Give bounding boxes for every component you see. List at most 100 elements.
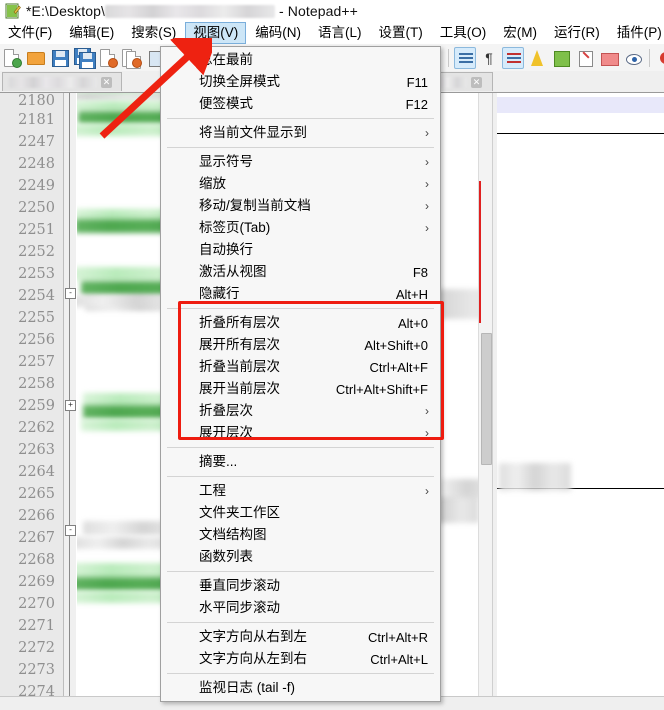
menu-item-label: 隐藏行 <box>199 286 240 301</box>
fold-marker[interactable]: + <box>65 400 76 411</box>
menu-item-label: 水平同步滚动 <box>199 600 280 615</box>
save-all-icon[interactable] <box>73 47 96 69</box>
line-number: 2249 <box>18 178 55 194</box>
chevron-right-icon: › <box>425 426 429 440</box>
menu-item-accel: Alt+H <box>395 286 428 302</box>
menu-item-accel: Ctrl+Alt+R <box>368 629 428 645</box>
menu-item-label: 折叠当前层次 <box>199 359 280 374</box>
editor-tab[interactable]: ✕ <box>2 72 122 91</box>
menu-item-label: 折叠所有层次 <box>199 315 280 330</box>
menu-encoding[interactable]: 编码(N) <box>247 22 309 44</box>
close-icon[interactable]: ✕ <box>471 76 482 88</box>
menu-settings[interactable]: 设置(T) <box>371 22 431 44</box>
menu-item-label: 缩放 <box>199 176 226 191</box>
menu-item-move-clone-document[interactable]: 移动/复制当前文档 › <box>161 195 440 217</box>
word-wrap-icon[interactable] <box>454 46 476 69</box>
menu-item-label: 文字方向从右到左 <box>199 629 307 644</box>
menu-item-collapse-current-level[interactable]: 折叠当前层次 Ctrl+Alt+F <box>161 356 440 378</box>
menu-item-synchronize-vertical-scrolling[interactable]: 垂直同步滚动 <box>161 575 440 597</box>
document-map-icon[interactable] <box>622 47 644 69</box>
line-number: 2264 <box>18 464 55 480</box>
menu-separator <box>167 447 434 448</box>
menu-run[interactable]: 运行(R) <box>546 22 608 44</box>
close-all-icon[interactable] <box>121 47 143 69</box>
menu-item-monitoring-tail-f[interactable]: 监视日志 (tail -f) <box>161 677 440 699</box>
menu-item-text-direction-ltr[interactable]: 文字方向从左到右 Ctrl+Alt+L <box>161 648 440 670</box>
menu-item-uncollapse-level[interactable]: 展开层次 › <box>161 422 440 444</box>
folder-as-workspace-icon[interactable] <box>598 47 620 69</box>
menu-view[interactable]: 视图(V) <box>185 21 247 44</box>
fold-marker[interactable]: - <box>65 288 76 299</box>
close-file-icon[interactable] <box>97 47 119 69</box>
menu-item-label: 展开当前层次 <box>199 381 280 396</box>
record-icon[interactable] <box>655 47 664 69</box>
line-number: 2272 <box>18 640 55 656</box>
menu-separator <box>167 308 434 309</box>
scrollbar-thumb[interactable] <box>481 333 492 465</box>
menu-item-fold-all[interactable]: 折叠所有层次 Alt+0 <box>161 312 440 334</box>
menu-item-label: 标签页(Tab) <box>199 220 271 235</box>
menu-item-summary[interactable]: 摘要... <box>161 451 440 473</box>
menu-item-show-symbol[interactable]: 显示符号 › <box>161 151 440 173</box>
notepad-plus-plus-icon <box>5 3 21 19</box>
menu-item-toggle-fullscreen[interactable]: 切换全屏模式 F11 <box>161 71 440 93</box>
menu-separator <box>167 571 434 572</box>
window-title-redacted <box>105 5 276 19</box>
line-number: 2252 <box>18 244 55 260</box>
menu-item-hide-lines[interactable]: 隐藏行 Alt+H <box>161 283 440 305</box>
line-number: 2273 <box>18 662 55 678</box>
chevron-right-icon: › <box>425 199 429 213</box>
menu-macro[interactable]: 宏(M) <box>495 22 545 44</box>
menu-item-label: 工程 <box>199 483 226 498</box>
menu-item-label: 自动换行 <box>199 242 253 257</box>
macro-record-icon[interactable] <box>526 47 548 69</box>
macro-play-icon[interactable] <box>550 47 572 69</box>
menu-tools[interactable]: 工具(O) <box>432 22 495 44</box>
menu-item-zoom[interactable]: 缩放 › <box>161 173 440 195</box>
menu-file[interactable]: 文件(F) <box>0 22 60 44</box>
line-number: 2266 <box>18 508 55 524</box>
menu-item-folder-as-workspace[interactable]: 文件夹工作区 <box>161 502 440 524</box>
fold-marker[interactable]: - <box>65 525 76 536</box>
menu-separator <box>167 622 434 623</box>
save-icon[interactable] <box>49 47 71 69</box>
menu-item-collapse-level[interactable]: 折叠层次 › <box>161 400 440 422</box>
open-file-icon[interactable] <box>25 47 47 69</box>
menu-item-label: 总在最前 <box>199 52 253 67</box>
line-number: 2274 <box>18 684 55 696</box>
editor-vertical-scrollbar[interactable] <box>478 93 492 696</box>
menu-item-uncollapse-current-level[interactable]: 展开当前层次 Ctrl+Alt+Shift+F <box>161 378 440 400</box>
color-picker-icon[interactable] <box>574 47 596 69</box>
close-icon[interactable]: ✕ <box>101 76 112 88</box>
menu-item-show-current-file-in[interactable]: 将当前文件显示到 › <box>161 122 440 144</box>
menu-language[interactable]: 语言(L) <box>310 22 370 44</box>
line-number: 2267 <box>18 530 55 546</box>
menu-item-accel: Ctrl+Alt+F <box>369 359 428 375</box>
menu-item-project[interactable]: 工程 › <box>161 480 440 502</box>
menu-edit[interactable]: 编辑(E) <box>61 22 122 44</box>
show-all-chars-icon[interactable]: ¶ <box>478 47 500 69</box>
menu-item-always-on-top[interactable]: 总在最前 <box>161 49 440 71</box>
menu-item-label: 移动/复制当前文档 <box>199 198 311 213</box>
menu-item-tab[interactable]: 标签页(Tab) › <box>161 217 440 239</box>
indent-guide-icon[interactable] <box>502 46 524 69</box>
menu-search[interactable]: 搜索(S) <box>123 22 184 44</box>
line-number: 2265 <box>18 486 55 502</box>
menu-item-text-direction-rtl[interactable]: 文字方向从右到左 Ctrl+Alt+R <box>161 626 440 648</box>
line-number: 2269 <box>18 574 55 590</box>
menu-item-focus-on-another-view[interactable]: 激活从视图 F8 <box>161 261 440 283</box>
menu-item-function-list[interactable]: 函数列表 <box>161 546 440 568</box>
menu-item-label: 摘要... <box>199 454 238 469</box>
search-result-marker <box>479 181 481 323</box>
secondary-editor-pane[interactable] <box>497 93 664 696</box>
pane-separator-line <box>497 133 664 134</box>
menu-plugins[interactable]: 插件(P) <box>609 22 664 44</box>
chevron-right-icon: › <box>425 155 429 169</box>
menu-item-unfold-all[interactable]: 展开所有层次 Alt+Shift+0 <box>161 334 440 356</box>
view-dropdown-menu: 总在最前 切换全屏模式 F11 便签模式 F12 将当前文件显示到 › 显示符号… <box>160 46 441 702</box>
menu-item-synchronize-horizontal-scrolling[interactable]: 水平同步滚动 <box>161 597 440 619</box>
menu-item-document-map[interactable]: 文档结构图 <box>161 524 440 546</box>
new-file-icon[interactable] <box>1 47 23 69</box>
menu-item-word-wrap[interactable]: 自动换行 <box>161 239 440 261</box>
menu-item-post-it-mode[interactable]: 便签模式 F12 <box>161 93 440 115</box>
